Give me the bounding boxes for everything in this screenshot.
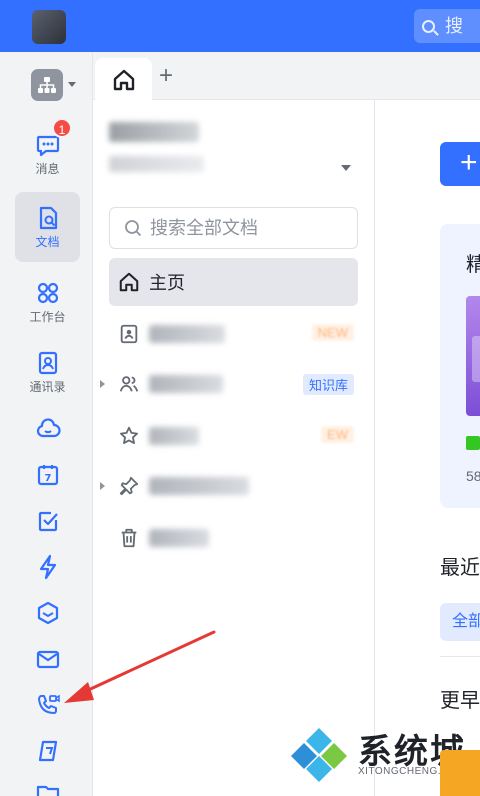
nav-item-label-redacted [149, 477, 249, 495]
top-bar: 搜 [0, 0, 480, 52]
checkbox-icon [38, 511, 58, 532]
sidebar-item-label: 通讯录 [29, 380, 66, 394]
sidebar-item-approval[interactable] [15, 554, 80, 580]
sidebar-item-apps[interactable] [15, 600, 80, 626]
doc-icon [39, 206, 57, 229]
recent-section-title: 最近 [440, 557, 480, 579]
cube-icon [37, 601, 58, 625]
wiki-icon [38, 740, 57, 762]
expand-arrow-icon[interactable] [100, 380, 105, 388]
expand-arrow-icon[interactable] [100, 482, 105, 490]
trash-icon [121, 528, 137, 548]
org-tree-icon [38, 77, 56, 93]
filter-tab-all[interactable]: 全部 [440, 603, 480, 641]
home-icon [113, 69, 134, 90]
scroll-top-button[interactable] [440, 750, 480, 796]
sidebar-item-wiki[interactable] [15, 738, 80, 764]
sidebar-item-drive[interactable] [15, 780, 80, 796]
sidebar-item-contacts[interactable]: 通讯录 [15, 350, 80, 395]
search-icon [125, 220, 142, 237]
nav-item-label-redacted [149, 529, 209, 547]
workspace-title-redacted [109, 122, 199, 142]
tab-bar: + [93, 52, 480, 101]
search-icon [422, 20, 435, 33]
new-doc-button[interactable]: + [440, 142, 480, 186]
earlier-section-title: 更早 [440, 690, 480, 712]
template-thumbnail[interactable] [466, 296, 480, 416]
contact-card-icon [120, 324, 138, 344]
nav-item-label-redacted [149, 375, 223, 393]
featured-card-title: 精 [466, 254, 480, 276]
nav-home-label: 主页 [149, 273, 185, 293]
unread-badge: 1 [52, 118, 72, 138]
new-tag: EW [321, 426, 354, 443]
watermark-logo-icon [291, 728, 347, 782]
folder-icon [36, 785, 59, 796]
lightning-icon [39, 554, 56, 580]
sidebar-item-docs[interactable]: 文档 [15, 192, 80, 262]
docs-nav-panel: 主页 NEW 知识库 E [93, 100, 375, 796]
video-call-icon [37, 694, 60, 714]
new-tag: NEW [311, 324, 354, 341]
calendar-day-glyph: 7 [44, 473, 51, 484]
nav-item-shared[interactable]: NEW [109, 310, 358, 358]
sidebar-item-video-call[interactable] [15, 692, 80, 718]
nav-item-favorites[interactable]: EW [109, 412, 358, 460]
grid-icon [37, 282, 58, 304]
organization-switcher[interactable] [31, 69, 63, 101]
workspace-subtitle-redacted [109, 156, 204, 172]
cloud-icon [36, 418, 61, 438]
nav-home[interactable]: 主页 [109, 258, 358, 306]
pin-icon [119, 476, 139, 496]
sidebar: 消息 1 文档 工作台 通讯录 7 [0, 52, 93, 796]
people-icon [119, 376, 139, 392]
nav-item-knowledge[interactable]: 知识库 [100, 360, 358, 408]
featured-card-count: 58 [466, 468, 480, 484]
home-icon [119, 272, 139, 292]
chevron-down-icon[interactable] [341, 165, 351, 171]
sidebar-item-label: 文档 [35, 234, 60, 249]
main-content: + 精 58 最近 全部 更早 [376, 100, 480, 796]
nav-item-label-redacted [149, 325, 225, 343]
global-search-placeholder: 搜 [445, 16, 463, 36]
nav-item-pinned[interactable] [100, 462, 358, 510]
featured-card[interactable]: 精 58 [440, 224, 480, 508]
star-icon [120, 426, 138, 444]
sidebar-item-tasks[interactable] [15, 508, 80, 534]
nav-item-trash[interactable] [109, 514, 358, 562]
sidebar-item-label: 消息 [35, 162, 60, 176]
divider [440, 656, 480, 657]
calendar-icon: 7 [37, 465, 58, 486]
docs-search-box[interactable] [109, 207, 358, 249]
sidebar-item-messages[interactable]: 消息 [15, 132, 80, 177]
mail-icon [36, 650, 59, 669]
sidebar-item-mail[interactable] [15, 646, 80, 672]
nav-item-label-redacted [149, 427, 199, 445]
sidebar-item-cloud[interactable] [15, 416, 80, 442]
new-tab-button[interactable]: + [159, 62, 173, 90]
global-search-box[interactable]: 搜 [414, 9, 480, 43]
docs-search-input[interactable] [150, 217, 350, 239]
sheet-icon [466, 436, 480, 450]
contacts-icon [38, 351, 57, 375]
tab-home[interactable] [95, 58, 152, 101]
sidebar-item-label: 工作台 [29, 310, 66, 324]
avatar[interactable] [32, 10, 66, 44]
chevron-down-icon[interactable] [68, 82, 76, 87]
sidebar-item-calendar[interactable]: 7 [15, 462, 80, 488]
sidebar-item-workbench[interactable]: 工作台 [15, 280, 80, 325]
knowledge-base-tag: 知识库 [302, 374, 354, 395]
